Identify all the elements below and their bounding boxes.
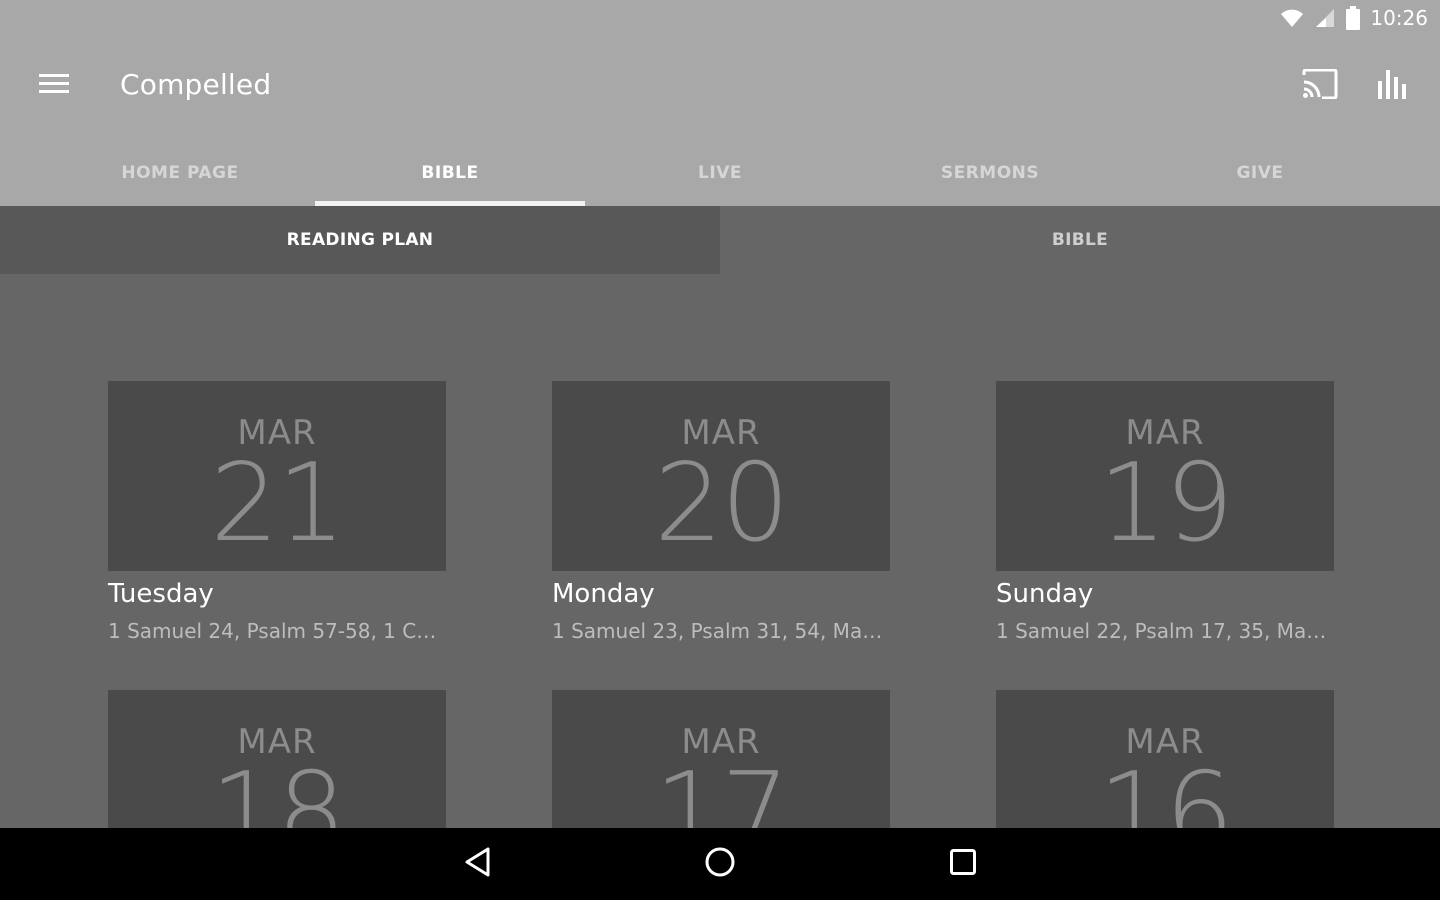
app-root: 10:26 Compelled HOME PAGE BIBLE LIVE SER… [0,0,1440,900]
tab-sermons[interactable]: SERMONS [855,140,1125,206]
tab-live[interactable]: LIVE [585,140,855,206]
system-nav-bar [0,828,1440,900]
day-number: 18 [210,750,345,828]
wifi-icon [1280,7,1304,29]
sub-tabs: READING PLAN BIBLE [0,206,1440,274]
home-button[interactable] [696,840,744,888]
reading-day-card[interactable]: MAR 21 Tuesday 1 Samuel 24, Psalm 57-58,… [108,381,446,643]
day-number: 17 [654,750,789,828]
menu-button[interactable] [28,62,80,110]
date-tile: MAR 20 [552,381,890,571]
date-tile: MAR 19 [996,381,1334,571]
reading-day-card[interactable]: MAR 20 Monday 1 Samuel 23, Psalm 31, 54,… [552,381,890,643]
date-tile: MAR 17 [552,690,890,828]
stats-button[interactable] [1368,62,1416,110]
back-button[interactable] [454,840,502,888]
cast-icon [1302,68,1338,104]
reading-day-card[interactable]: MAR 18 [108,690,446,828]
status-icons: 10:26 [1280,6,1428,30]
back-icon [464,847,492,882]
signal-icon [1314,7,1336,29]
main-tabs: HOME PAGE BIBLE LIVE SERMONS GIVE [0,140,1440,206]
app-title: Compelled [120,68,272,101]
status-bar: 10:26 [0,0,1440,40]
date-tile: MAR 18 [108,690,446,828]
subtab-reading-plan[interactable]: READING PLAN [0,206,720,274]
recents-button[interactable] [939,840,987,888]
weekday-label: Monday [552,579,655,609]
battery-icon [1346,6,1361,30]
day-number: 20 [654,441,789,566]
reading-day-card[interactable]: MAR 17 [552,690,890,828]
hamburger-menu-icon [39,73,69,100]
subtab-bible[interactable]: BIBLE [720,206,1440,274]
tab-give[interactable]: GIVE [1125,140,1395,206]
reading-plan-grid: MAR 21 Tuesday 1 Samuel 24, Psalm 57-58,… [0,274,1440,828]
weekday-label: Tuesday [108,579,214,609]
toolbar: Compelled [0,48,1440,124]
bar-chart-icon [1377,69,1407,104]
app-header: 10:26 Compelled HOME PAGE BIBLE LIVE SER… [0,0,1440,206]
clock-text: 10:26 [1370,6,1428,30]
day-number: 21 [210,441,345,566]
reading-day-card[interactable]: MAR 19 Sunday 1 Samuel 22, Psalm 17, 35,… [996,381,1334,643]
date-tile: MAR 21 [108,381,446,571]
passages-text: 1 Samuel 22, Psalm 17, 35, Matt... [996,619,1330,643]
cast-button[interactable] [1296,62,1344,110]
recents-icon [949,848,977,881]
tab-home-page[interactable]: HOME PAGE [45,140,315,206]
reading-day-card[interactable]: MAR 16 [996,690,1334,828]
passages-text: 1 Samuel 24, Psalm 57-58, 1 Chr... [108,619,442,643]
day-number: 16 [1098,750,1233,828]
weekday-label: Sunday [996,579,1094,609]
day-number: 19 [1098,441,1233,566]
home-icon [704,846,736,883]
passages-text: 1 Samuel 23, Psalm 31, 54, Matt... [552,619,886,643]
tab-bible[interactable]: BIBLE [315,140,585,206]
date-tile: MAR 16 [996,690,1334,828]
